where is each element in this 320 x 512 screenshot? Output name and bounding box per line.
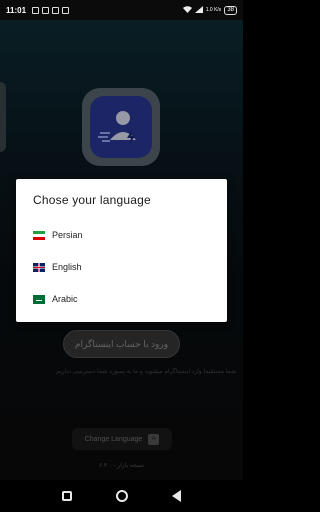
language-option-arabic[interactable]: Arabic [33,288,213,310]
language-option-label: English [52,262,82,272]
dialog-title: Chose your language [33,193,151,207]
status-bar: 11:01 1.0 K/s 38 [0,0,243,20]
home-button[interactable] [116,490,128,502]
gallery-icon [32,6,40,14]
wifi-icon [182,5,192,15]
uk-flag-icon [33,262,45,272]
language-dialog: Chose your language Persian English Arab… [16,179,227,322]
signal-icon [194,5,203,15]
back-button[interactable] [172,490,181,502]
network-speed: 1.0 K/s [205,6,222,13]
system-nav-bar [0,480,243,512]
image-icon [42,6,50,14]
cat-icon [62,6,70,14]
recents-button[interactable] [62,491,72,501]
status-time: 11:01 [6,5,27,15]
saudi-flag-icon [33,294,45,304]
app-notification-icon [52,6,60,14]
language-option-label: Arabic [52,294,78,304]
language-option-persian[interactable]: Persian [33,224,213,246]
battery-icon: 38 [224,5,237,15]
language-option-english[interactable]: English [33,256,213,278]
iran-flag-icon [33,230,45,240]
notification-icons [32,6,70,14]
language-option-label: Persian [52,230,83,240]
system-icons: 1.0 K/s 38 [182,5,237,15]
